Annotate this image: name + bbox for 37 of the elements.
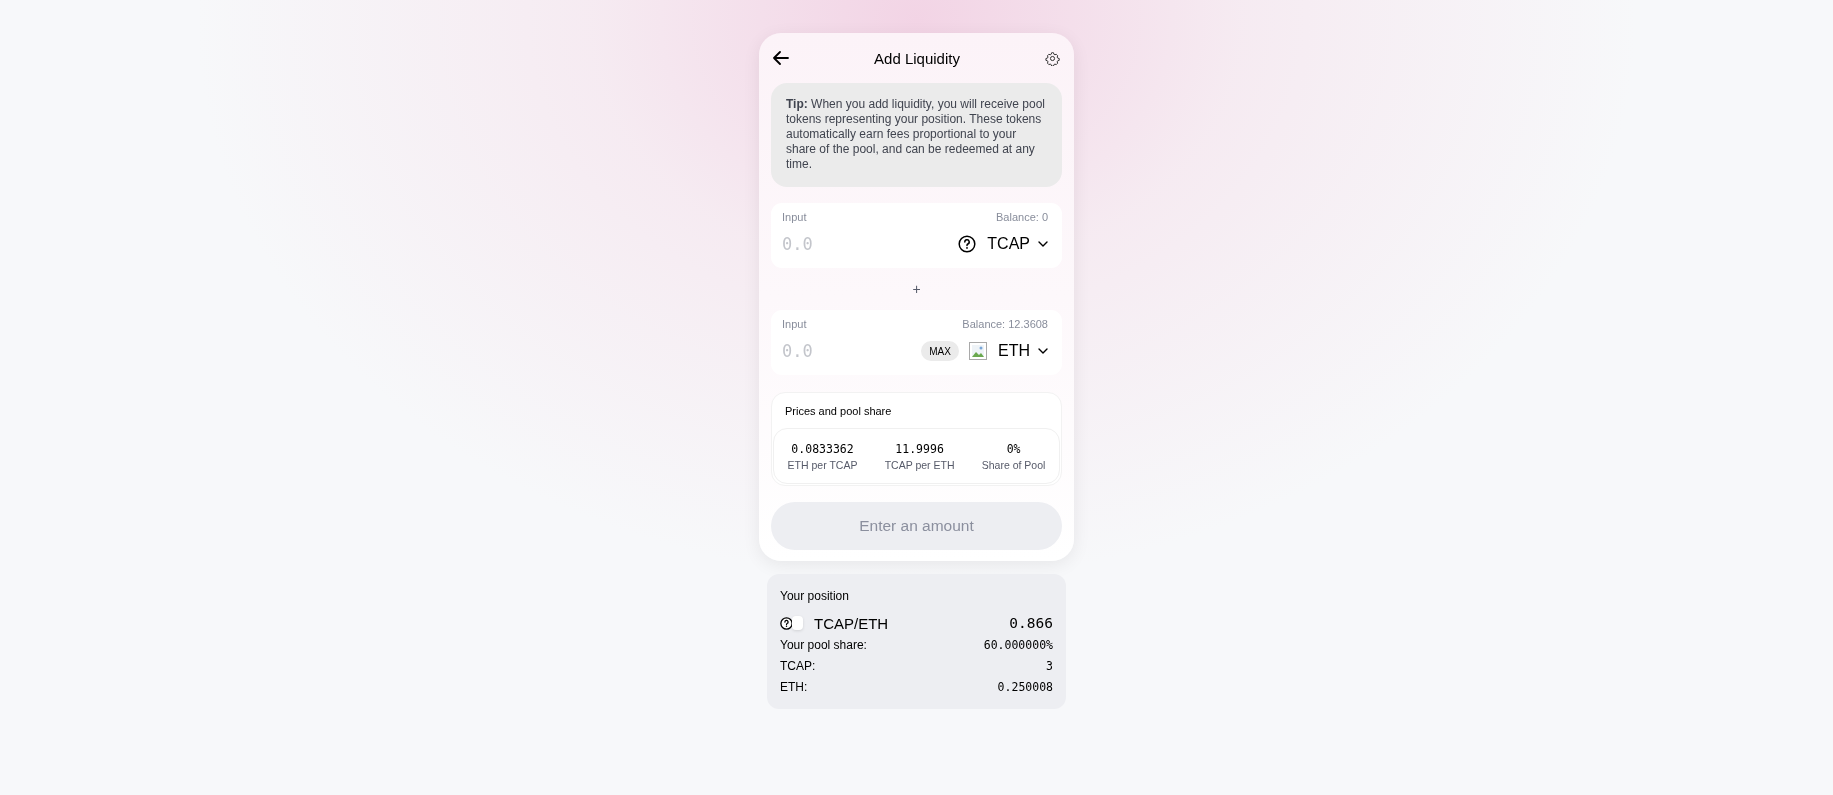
- amount-input[interactable]: 0.0: [782, 234, 959, 254]
- blank-token-icon: [792, 616, 803, 630]
- back-arrow-icon: [773, 51, 789, 65]
- position-label: ETH:: [780, 679, 808, 694]
- token-selector[interactable]: ETH: [969, 342, 1048, 360]
- input-label: Input: [782, 318, 807, 330]
- back-button[interactable]: [771, 49, 791, 67]
- max-button[interactable]: MAX: [921, 341, 959, 361]
- price-value: 11.9996: [895, 441, 944, 456]
- tip-text: Tip: When you add liquidity, you will receive pool tokens representing your position. These tokens automatically earn fees proportional to your share of the pool, and can be redeemed at any time.: [786, 97, 1046, 172]
- page-title: Add Liquidity: [874, 49, 960, 67]
- price-value: 0%: [1006, 441, 1021, 456]
- balance-text: Balance: 0: [996, 211, 1048, 223]
- price-label: TCAP per ETH: [884, 458, 955, 471]
- settings-icon: [1045, 50, 1060, 66]
- chevron-down-icon: [1038, 348, 1048, 354]
- position-value: 0.250008: [997, 679, 1053, 694]
- pair-name: TCAP/ETH: [814, 614, 889, 632]
- position-value: 3: [1046, 658, 1053, 673]
- price-value: 0.0833362: [791, 441, 854, 456]
- question-circle-icon: [958, 235, 977, 253]
- plus-sign: +: [912, 281, 921, 297]
- broken-image-icon: [969, 342, 987, 360]
- prices-title: Prices and pool share: [784, 404, 893, 419]
- position-title: Your position: [780, 588, 850, 604]
- input-label: Input: [782, 211, 807, 223]
- amount-input[interactable]: 0.0: [782, 341, 921, 361]
- balance-text: Balance: 12.3608: [962, 318, 1048, 330]
- token-selector[interactable]: TCAP: [958, 235, 1048, 253]
- position-value: 60.000000%: [983, 637, 1053, 652]
- pool-token-amount: 0.866: [1009, 615, 1053, 631]
- price-label: Share of Pool: [981, 458, 1046, 471]
- question-circle-icon: [780, 616, 793, 630]
- position-label: Your pool share:: [780, 637, 867, 652]
- price-label: ETH per TCAP: [787, 458, 858, 471]
- position-label: TCAP:: [780, 658, 816, 673]
- chevron-down-icon: [1038, 241, 1048, 247]
